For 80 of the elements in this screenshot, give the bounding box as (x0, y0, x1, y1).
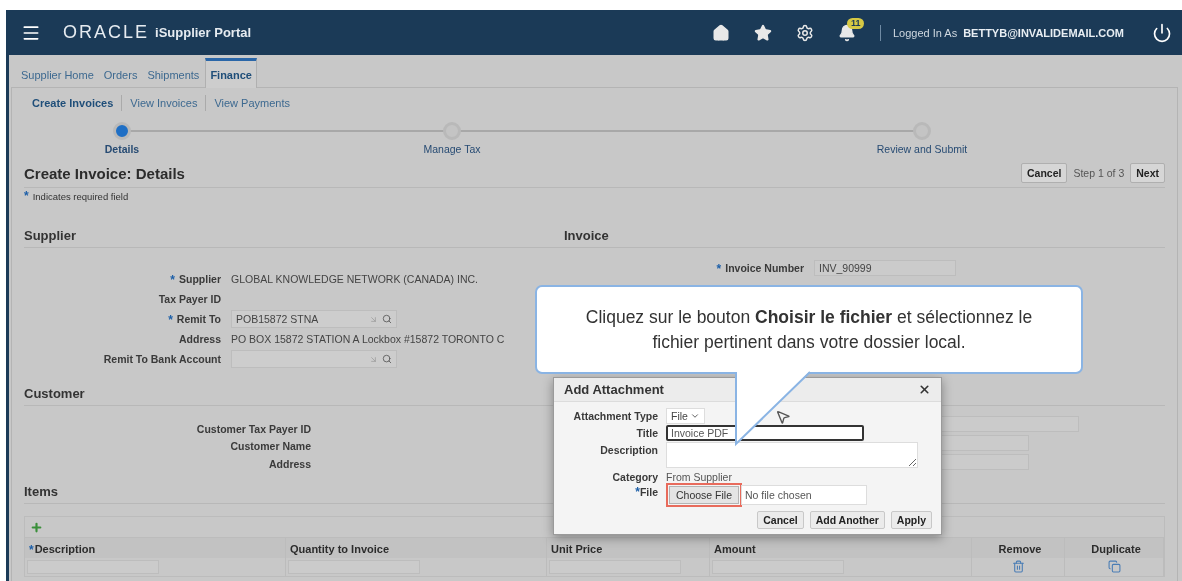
step-label: Review and Submit (876, 143, 968, 155)
field-label: Title (636, 427, 658, 439)
add-icon[interactable] (30, 520, 43, 534)
required-mark: * (24, 191, 29, 201)
settings-icon[interactable] (795, 23, 814, 42)
required-note: Indicates required field (32, 191, 129, 202)
tab[interactable]: Supplier Home (17, 62, 98, 88)
home-icon[interactable] (711, 23, 730, 42)
field-label: Invoice Number (725, 262, 804, 274)
power-icon[interactable] (1152, 22, 1172, 43)
dialog-button[interactable]: Add Another (809, 511, 885, 529)
step-dot[interactable] (443, 122, 461, 140)
title-input[interactable]: Invoice PDF (666, 425, 864, 441)
search-icon[interactable] (382, 354, 392, 364)
field-label: Tax Payer ID (158, 293, 221, 305)
step-label: Details (104, 143, 140, 155)
type-select[interactable]: File (666, 408, 705, 424)
field-label: Attachment Type (573, 410, 658, 422)
step-dot[interactable] (113, 122, 131, 140)
notification-badge: 11 (846, 17, 865, 29)
step-indicator: Step 1 of 3 (1073, 167, 1125, 179)
field-label: Address (269, 457, 311, 470)
column-header: Amount (714, 543, 756, 555)
next-button[interactable]: Next (1130, 163, 1165, 183)
copy-icon[interactable] (1107, 560, 1121, 573)
field-label: Category (612, 471, 658, 483)
field-value: From Supplier (666, 470, 732, 483)
section-title: Invoice (564, 228, 1165, 248)
required-mark: * (29, 545, 34, 555)
dialog-button[interactable]: Apply (890, 511, 932, 529)
input-field[interactable]: INV_90999 (814, 260, 956, 276)
description-field[interactable] (666, 442, 918, 468)
field-label: File (639, 486, 658, 498)
field-label: Address (179, 333, 221, 345)
arrow-icon[interactable] (369, 314, 378, 324)
required-mark: * (170, 275, 175, 285)
required-mark: * (635, 485, 640, 499)
lov-field[interactable] (231, 350, 397, 368)
lov-field[interactable]: POB15872 STNA (231, 310, 397, 328)
field-label: Description (600, 444, 658, 456)
step-dot[interactable] (913, 122, 931, 140)
page-title: Create Invoice: Details (24, 164, 186, 182)
file-name: No file chosen (741, 485, 868, 505)
field-label: Customer Tax Payer ID (196, 423, 311, 436)
cancel-button[interactable]: Cancel (1021, 163, 1068, 183)
column-header: Quantity to Invoice (290, 543, 389, 555)
logo: ORACLE (63, 22, 150, 43)
field-value: PO BOX 15872 STATION A Lockbox #15872 TORONTO C (231, 333, 505, 345)
tab[interactable]: Orders (99, 62, 142, 88)
star-icon[interactable] (753, 23, 772, 42)
close-button[interactable] (918, 383, 931, 396)
column-header: Duplicate (1091, 543, 1141, 555)
cursor-icon (775, 409, 791, 425)
user-name: BETTYB@INVALIDEMAIL.COM (963, 26, 1124, 39)
logged-in-label: Logged In As (892, 26, 958, 39)
subtab[interactable]: View Invoices (122, 97, 206, 109)
dialog-button[interactable]: Cancel (757, 511, 804, 529)
field-value: GLOBAL KNOWLEDGE NETWORK (CANADA) INC. (231, 273, 478, 285)
field-label: Customer Name (230, 440, 311, 453)
arrow-icon[interactable] (369, 354, 378, 364)
app-name: iSupplier Portal (155, 25, 252, 40)
choose-file-button[interactable]: Choose File (669, 486, 740, 504)
column-header: Description (34, 543, 96, 555)
field-label: Remit To Bank Account (103, 353, 221, 365)
trash-icon[interactable] (1011, 560, 1025, 573)
required-mark: * (168, 315, 173, 325)
section-title: Supplier (24, 228, 564, 248)
column-header: Remove (998, 543, 1042, 555)
subtab[interactable]: Create Invoices (24, 97, 122, 109)
tab[interactable]: Shipments (143, 62, 204, 88)
field-label: Supplier (179, 273, 221, 285)
chevron-icon[interactable] (689, 411, 700, 421)
step-label: Manage Tax (423, 143, 481, 155)
callout-text: Cliquez sur le bouton Choisir le fichier et sélectionnez le fichier pertinent dans votre dossier local. (584, 305, 1034, 354)
tab[interactable]: Finance (205, 58, 257, 88)
field-label: Remit To (176, 313, 221, 325)
search-icon[interactable] (382, 314, 392, 324)
subtab[interactable]: View Payments (206, 97, 298, 109)
required-mark: * (716, 264, 722, 274)
column-header: Unit Price (551, 543, 603, 555)
